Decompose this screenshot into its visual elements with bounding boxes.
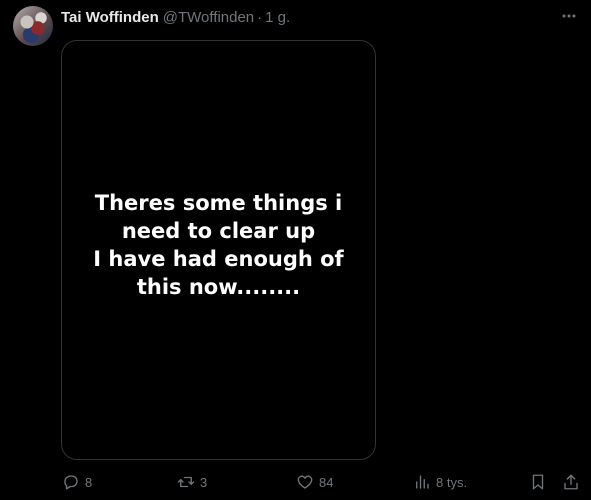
like-count: 84 bbox=[319, 474, 334, 490]
retweet-count: 3 bbox=[200, 474, 208, 490]
views-button[interactable]: 8 tys. bbox=[413, 470, 467, 494]
reply-button[interactable]: 8 bbox=[62, 470, 92, 494]
separator: · bbox=[257, 8, 263, 26]
author-name[interactable]: Tai Woffinden bbox=[61, 9, 159, 26]
retweet-icon bbox=[177, 476, 195, 488]
media-text-line: Theres some things i bbox=[94, 191, 343, 215]
media-text-line: this now........ bbox=[136, 275, 301, 299]
more-horizontal-icon bbox=[562, 14, 576, 18]
views-count: 8 tys. bbox=[436, 474, 468, 490]
reply-count: 8 bbox=[85, 474, 93, 490]
tweet-header: Tai Woffinden @TWoffinden · 1 g. bbox=[61, 8, 290, 26]
heart-icon bbox=[297, 475, 313, 489]
media-text-line: I have had enough of bbox=[93, 247, 344, 271]
bookmark-button[interactable] bbox=[529, 470, 547, 494]
retweet-button[interactable]: 3 bbox=[177, 470, 207, 494]
more-options-button[interactable] bbox=[557, 6, 581, 26]
share-icon bbox=[564, 474, 578, 490]
media-text-line: need to clear up bbox=[121, 219, 316, 243]
like-button[interactable]: 84 bbox=[296, 470, 333, 494]
bookmark-icon bbox=[532, 474, 544, 490]
media-text: Theres some things i need to clear up I … bbox=[62, 189, 375, 301]
tweet-media-image[interactable]: Theres some things i need to clear up I … bbox=[61, 40, 376, 460]
tweet-actions-bar: 8 3 84 8 tys. bbox=[0, 470, 591, 494]
timestamp[interactable]: 1 g. bbox=[265, 9, 290, 26]
reply-icon bbox=[64, 475, 78, 490]
views-bar-chart-icon bbox=[416, 475, 429, 489]
share-button[interactable] bbox=[562, 470, 580, 494]
author-handle[interactable]: @TWoffinden bbox=[163, 9, 254, 26]
avatar[interactable] bbox=[13, 6, 53, 46]
